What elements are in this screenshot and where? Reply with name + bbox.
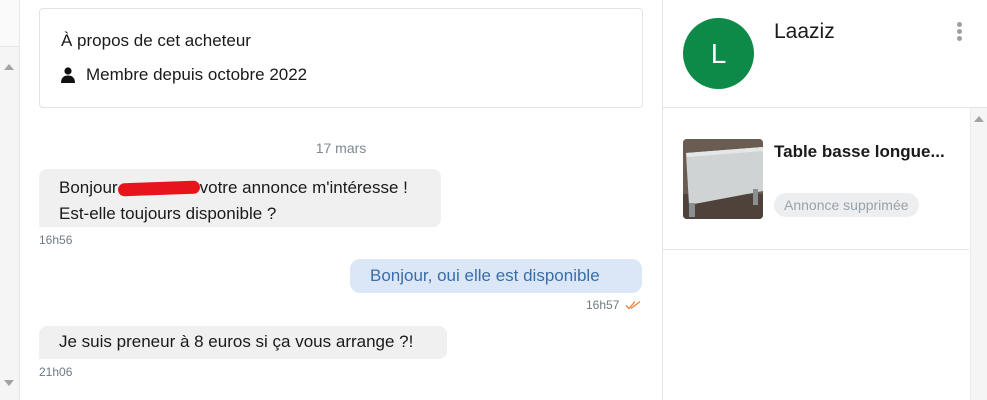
message-time: 21h06 — [39, 365, 73, 379]
message-line: Bonjour votre annonce m'intéresse ! — [59, 175, 441, 201]
date-separator: 17 mars — [315, 140, 367, 156]
buyer-about-card: À propos de cet acheteur Membre depuis o… — [39, 8, 643, 108]
left-scrollbar[interactable] — [0, 0, 20, 400]
scrollbar-thumb[interactable] — [0, 0, 19, 47]
message-time: 16h56 — [39, 233, 73, 247]
about-title: À propos de cet acheteur — [61, 31, 251, 50]
contact-name[interactable]: Laaziz — [774, 20, 835, 44]
member-since-row: Membre depuis octobre 2022 — [61, 65, 307, 85]
double-check-icon — [625, 300, 641, 310]
message-text: Bonjour — [59, 178, 118, 197]
contact-header: L Laaziz — [663, 0, 987, 108]
redaction-mark — [117, 180, 200, 197]
message-time: 16h57 — [586, 298, 620, 312]
scroll-up-arrow-icon[interactable] — [4, 64, 14, 70]
message-bubble-outgoing: Bonjour, oui elle est disponible — [350, 259, 642, 293]
message-text: Bonjour, oui elle est disponible — [370, 266, 600, 285]
message-text: votre annonce m'intéresse ! — [199, 178, 408, 197]
scroll-down-arrow-icon[interactable] — [4, 380, 14, 386]
table-image-icon — [683, 139, 763, 219]
right-scrollbar[interactable] — [970, 108, 987, 400]
listing-title[interactable]: Table basse longue... — [774, 142, 964, 162]
avatar[interactable]: L — [683, 18, 754, 89]
scroll-up-arrow-icon[interactable] — [974, 116, 984, 122]
conversation-panel: À propos de cet acheteur Membre depuis o… — [20, 0, 662, 400]
message-line: Est-elle toujours disponible ? — [59, 204, 277, 223]
message-bubble-incoming: Je suis preneur à 8 euros si ça vous arr… — [39, 326, 447, 359]
kebab-menu-icon[interactable] — [955, 22, 963, 44]
status-badge: Annonce supprimée — [774, 193, 919, 217]
person-icon — [61, 67, 75, 83]
member-since-text: Membre depuis octobre 2022 — [86, 65, 308, 84]
message-bubble-incoming: Bonjour votre annonce m'intéresse ! Est-e… — [39, 169, 441, 227]
listing-thumbnail[interactable] — [683, 139, 763, 219]
message-text: Je suis preneur à 8 euros si ça vous arr… — [59, 332, 414, 351]
listing-item[interactable]: Table basse longue... Annonce supprimée — [663, 108, 969, 250]
contact-panel: L Laaziz Table basse longue... Annonce s… — [662, 0, 987, 400]
